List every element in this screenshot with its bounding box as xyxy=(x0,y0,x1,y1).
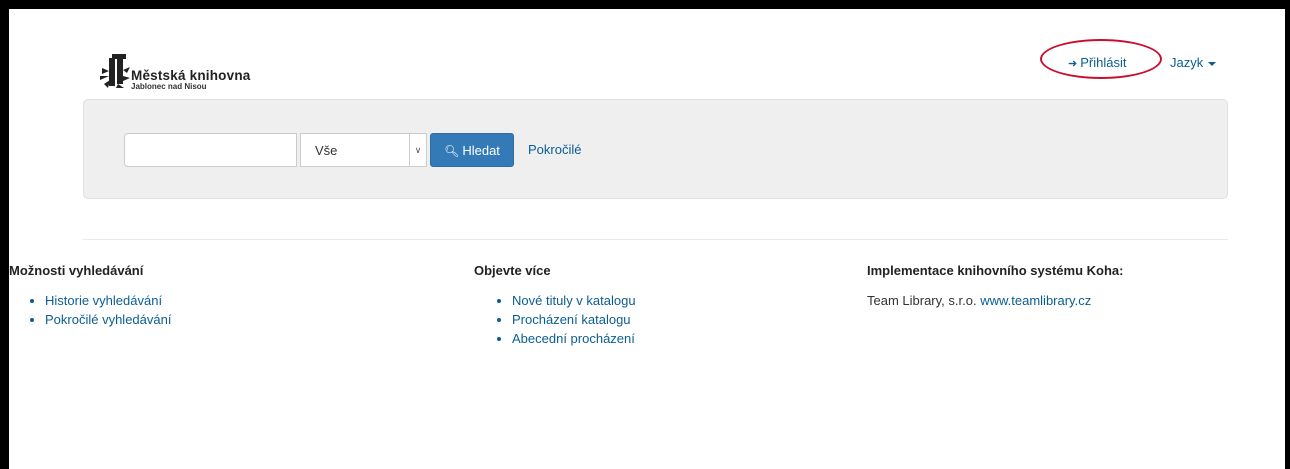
caret-down-icon xyxy=(1208,61,1217,66)
search-type-select[interactable]: Vše ∨ xyxy=(300,133,427,167)
search-icon: 🔍︎ xyxy=(444,143,460,158)
column-heading: Objevte více xyxy=(474,263,551,278)
search-panel: Vše ∨ 🔍︎ Hledat Pokročilé xyxy=(83,99,1228,199)
link-list: Historie vyhledávání Pokročilé vyhledává… xyxy=(9,291,409,329)
advanced-search-footer-link[interactable]: Pokročilé vyhledávání xyxy=(45,312,171,327)
search-button-label: Hledat xyxy=(462,142,500,158)
browse-catalog-link[interactable]: Procházení katalogu xyxy=(512,312,631,327)
alphabetical-browse-link[interactable]: Abecední procházení xyxy=(512,331,635,346)
column-heading: Možnosti vyhledávání xyxy=(9,263,144,278)
language-label: Jazyk xyxy=(1170,55,1204,70)
list-item: Nové tituly v katalogu xyxy=(512,291,874,310)
search-type-value: Vše xyxy=(315,143,338,158)
login-icon: ➜ xyxy=(1068,58,1078,70)
footer-column-discover: Objevte více Nové tituly v katalogu Proc… xyxy=(474,263,874,348)
language-dropdown[interactable]: Jazyk xyxy=(1170,55,1217,70)
logo-text: Městská knihovna Jablonec nad Nisou xyxy=(131,68,251,91)
chevron-down-icon: ∨ xyxy=(409,134,426,166)
list-item: Abecední procházení xyxy=(512,329,874,348)
column-heading: Implementace knihovního systému Koha: xyxy=(867,263,1124,278)
new-titles-link[interactable]: Nové tituly v katalogu xyxy=(512,293,636,308)
login-label: Přihlásit xyxy=(1080,55,1127,70)
logo-emblem-icon xyxy=(100,54,130,88)
library-logo[interactable]: Městská knihovna Jablonec nad Nisou xyxy=(100,54,300,102)
vendor-line: Team Library, s.r.o. www.teamlibrary.cz xyxy=(867,291,1267,310)
vendor-name: Team Library, s.r.o. xyxy=(867,293,977,308)
logo-title: Městská knihovna xyxy=(131,68,251,83)
advanced-search-link[interactable]: Pokročilé xyxy=(528,142,581,157)
search-history-link[interactable]: Historie vyhledávání xyxy=(45,293,162,308)
vendor-website-link[interactable]: www.teamlibrary.cz xyxy=(980,293,1091,308)
footer-column-search-options: Možnosti vyhledávání Historie vyhledáván… xyxy=(9,263,409,329)
search-button[interactable]: 🔍︎ Hledat xyxy=(430,133,514,167)
list-item: Historie vyhledávání xyxy=(45,291,409,310)
logo-subtitle: Jablonec nad Nisou xyxy=(131,82,207,91)
list-item: Procházení katalogu xyxy=(512,310,874,329)
search-input[interactable] xyxy=(124,133,297,167)
link-list: Nové tituly v katalogu Procházení katalo… xyxy=(474,291,874,348)
list-item: Pokročilé vyhledávání xyxy=(45,310,409,329)
login-link[interactable]: ➜ Přihlásit xyxy=(1068,55,1126,70)
divider xyxy=(83,239,1228,240)
footer-column-implementation: Implementace knihovního systému Koha: Te… xyxy=(867,263,1267,310)
page: Městská knihovna Jablonec nad Nisou ➜ Při… xyxy=(9,9,1285,469)
